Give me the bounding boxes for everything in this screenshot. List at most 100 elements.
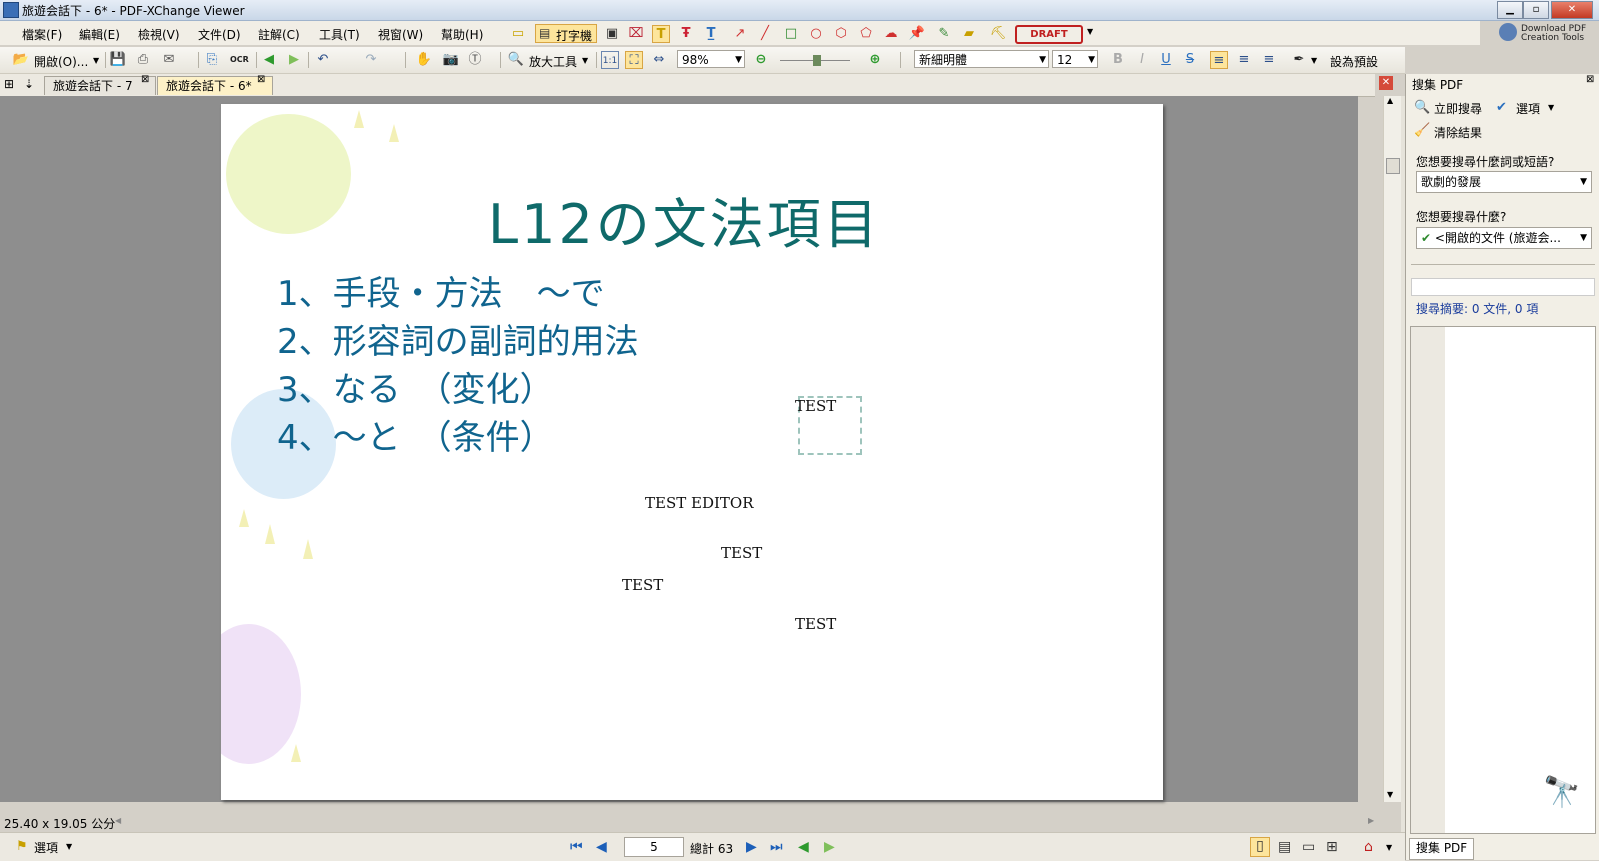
thumbnails-icon[interactable]: ⊞ — [4, 77, 14, 91]
font-size-select[interactable]: 12 ▼ — [1052, 50, 1098, 68]
scroll-down-icon[interactable]: ▼ — [1387, 790, 1393, 799]
email-icon[interactable]: ✉ — [160, 51, 178, 69]
view-dropdown-icon[interactable]: ▼ — [1386, 843, 1392, 852]
close-window-button[interactable]: ✕ — [1551, 1, 1593, 19]
menu-window[interactable]: 視窗(W) — [378, 26, 423, 43]
panel-bottom-tab[interactable]: 搜集 PDF — [1409, 838, 1475, 860]
menu-document[interactable]: 文件(D) — [198, 26, 241, 43]
polygon-line-icon[interactable]: ⬡ — [832, 25, 850, 43]
tab-document-7[interactable]: 旅遊会話下 - 7 — [44, 76, 156, 95]
redo-icon[interactable]: ↷ — [362, 51, 380, 69]
first-page-icon[interactable]: ⏮ — [570, 839, 583, 855]
underline-icon[interactable]: U — [1157, 51, 1175, 69]
rectangle-icon[interactable]: □ — [782, 25, 800, 43]
menu-comments[interactable]: 註解(C) — [258, 26, 300, 43]
options-button[interactable]: 選項 — [1516, 100, 1540, 117]
text-color-icon[interactable]: ✒ — [1290, 51, 1308, 69]
menu-file[interactable]: 檔案(F) — [22, 26, 62, 43]
textbox-icon[interactable]: ▣ — [603, 25, 621, 43]
pdf-icon[interactable]: ⌂ — [1364, 839, 1373, 855]
note-icon[interactable]: ▭ — [509, 25, 527, 43]
align-left-icon[interactable]: ≡ — [1210, 51, 1228, 69]
hand-tool-icon[interactable]: ✋ — [415, 51, 433, 69]
continuous-view-icon[interactable]: ▤ — [1278, 839, 1291, 855]
draft-stamp-button[interactable]: DRAFT — [1015, 25, 1083, 44]
oval-icon[interactable]: ○ — [807, 25, 825, 43]
callout-icon[interactable]: ⌧ — [627, 25, 645, 43]
maximize-button[interactable]: ▫ — [1523, 1, 1549, 19]
highlight-text-icon[interactable]: T — [652, 25, 670, 43]
tab-document-6[interactable]: 旅遊会話下 - 6* — [157, 76, 273, 95]
menu-edit[interactable]: 編輯(E) — [79, 26, 120, 43]
actual-size-icon[interactable]: 1:1 — [601, 51, 619, 69]
close-panel-icon[interactable]: ⊠ — [1586, 74, 1594, 85]
save-icon[interactable]: 💾 — [109, 51, 127, 69]
menu-help[interactable]: 幫助(H) — [441, 26, 483, 43]
options-dropdown-icon[interactable]: ▼ — [1548, 103, 1554, 112]
open-dropdown-icon[interactable]: ▼ — [93, 56, 99, 65]
previous-page-icon[interactable]: ◀ — [596, 839, 607, 855]
scroll-thumb[interactable] — [1386, 158, 1400, 174]
search-scope-select[interactable]: ✔ <開啟的文件 (旅遊会... ▼ — [1416, 227, 1592, 249]
go-forward-icon[interactable]: ▶ — [824, 839, 835, 855]
annotation-text[interactable]: TEST — [795, 397, 836, 415]
italic-icon[interactable]: I — [1133, 51, 1151, 69]
download-pdf-tools-button[interactable]: Download PDF Creation Tools — [1497, 21, 1597, 45]
eraser-icon[interactable]: ▰ — [960, 25, 978, 43]
continuous-facing-icon[interactable]: ⊞ — [1326, 839, 1338, 855]
polygon-icon[interactable]: ⬠ — [857, 25, 875, 43]
zoom-in-icon[interactable]: ⊕ — [866, 51, 884, 69]
go-back-icon[interactable]: ◀ — [798, 839, 809, 855]
fit-page-icon[interactable]: ⛶ — [625, 51, 643, 69]
stamp-icon[interactable]: ⛏ — [989, 25, 1007, 43]
scroll-right-icon[interactable]: ▶ — [1368, 816, 1374, 825]
scroll-up-icon[interactable]: ▲ — [1387, 96, 1393, 105]
search-now-button[interactable]: 立即搜尋 — [1434, 100, 1482, 117]
search-results-list[interactable]: 🔭 — [1410, 326, 1596, 834]
annotation-text[interactable]: TEST — [795, 615, 836, 633]
annotation-text[interactable]: TEST — [721, 544, 762, 562]
zoom-tool-dropdown-icon[interactable]: ▼ — [582, 56, 588, 65]
scroll-left-icon[interactable]: ◀ — [115, 816, 121, 825]
search-query-input[interactable]: 歌劇的發展 ▼ — [1416, 171, 1592, 193]
sort-tabs-icon[interactable]: ⇣ — [24, 77, 34, 91]
menu-view[interactable]: 檢視(V) — [138, 26, 180, 43]
last-page-icon[interactable]: ⏭ — [770, 839, 783, 855]
close-tab-icon[interactable]: ⊠ — [257, 74, 265, 85]
open-button[interactable]: 開啟(O)... — [34, 53, 88, 70]
set-default-button[interactable]: 設為預設 — [1330, 53, 1378, 70]
single-page-view-icon[interactable]: ▯ — [1250, 837, 1270, 857]
bold-icon[interactable]: B — [1109, 51, 1127, 69]
zoom-out-icon[interactable]: ⊖ — [752, 51, 770, 69]
snapshot-icon[interactable]: 📷 — [442, 51, 460, 69]
underline-text-icon[interactable]: T̲ — [702, 25, 720, 43]
zoom-level-select[interactable]: 98% ▼ — [677, 50, 745, 68]
zoom-tool-button[interactable]: 放大工具 — [529, 53, 577, 70]
options-menu-button[interactable]: 選項 — [34, 839, 58, 856]
align-center-icon[interactable]: ≡ — [1235, 51, 1253, 69]
ocr-icon[interactable]: OCR — [230, 51, 249, 69]
menu-tools[interactable]: 工具(T) — [319, 26, 360, 43]
select-text-icon[interactable]: Ⓣ — [466, 51, 484, 69]
annotation-text[interactable]: TEST EDITOR — [645, 494, 754, 512]
forward-icon[interactable]: ▶ — [285, 51, 303, 69]
clear-results-button[interactable]: 清除結果 — [1434, 124, 1482, 141]
minimize-button[interactable]: ▁ — [1497, 1, 1523, 19]
scan-icon[interactable]: ⎘ — [203, 51, 221, 69]
pdf-page[interactable]: L12の文法項目 1、手段・方法 ～で 2、形容詞の副詞的用法 3、なる （変化… — [221, 104, 1163, 800]
align-right-icon[interactable]: ≡ — [1260, 51, 1278, 69]
annotation-text[interactable]: TEST — [622, 576, 663, 594]
strikeout-icon[interactable]: Ŧ — [677, 25, 695, 43]
page-number-input[interactable]: 5 — [624, 837, 684, 857]
text-color-dropdown-icon[interactable]: ▼ — [1311, 56, 1317, 65]
undo-icon[interactable]: ↶ — [314, 51, 332, 69]
font-name-select[interactable]: 新細明體 ▼ — [914, 50, 1049, 68]
pin-icon[interactable]: 📌 — [908, 25, 926, 43]
typewriter-tool[interactable]: ▤ 打字機 — [535, 24, 597, 43]
arrow-icon[interactable]: ↗ — [731, 25, 749, 43]
strikethrough-icon[interactable]: S — [1181, 51, 1199, 69]
facing-view-icon[interactable]: ▭ — [1302, 839, 1315, 855]
cloud-icon[interactable]: ☁ — [882, 25, 900, 43]
vertical-scrollbar[interactable]: ▲ ▼ — [1383, 96, 1401, 802]
close-document-icon[interactable]: ✕ — [1379, 76, 1393, 90]
